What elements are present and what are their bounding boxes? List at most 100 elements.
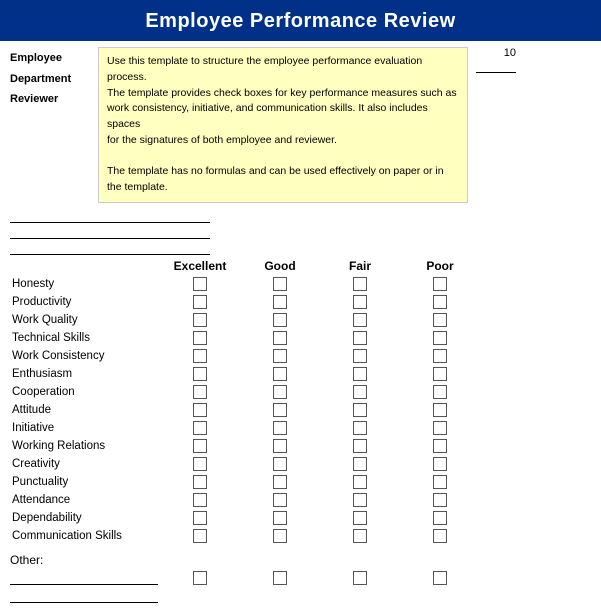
other-field-2[interactable] (10, 589, 158, 603)
checkbox-poor[interactable] (433, 493, 447, 507)
criterion-label: Attitude (10, 404, 160, 416)
checkbox-fair[interactable] (353, 457, 367, 471)
table-row: Initiative (10, 419, 591, 437)
date-field[interactable] (476, 59, 516, 73)
check-col-excellent (160, 439, 240, 453)
checkbox-good[interactable] (273, 331, 287, 345)
checkbox-good[interactable] (273, 421, 287, 435)
other-check-excellent (160, 571, 240, 585)
check-col-good (240, 313, 320, 327)
checkbox-good[interactable] (273, 529, 287, 543)
checkbox-excellent[interactable] (193, 439, 207, 453)
checkbox-poor[interactable] (433, 439, 447, 453)
checkbox-excellent[interactable] (193, 295, 207, 309)
check-col-good (240, 295, 320, 309)
other-field-1[interactable] (10, 571, 158, 585)
other-checkbox-excellent[interactable] (193, 571, 207, 585)
check-col-poor (400, 295, 480, 309)
checkbox-poor[interactable] (433, 385, 447, 399)
checkbox-poor[interactable] (433, 511, 447, 525)
checkbox-fair[interactable] (353, 421, 367, 435)
employee-field[interactable] (10, 209, 210, 223)
checkbox-good[interactable] (273, 511, 287, 525)
checkbox-fair[interactable] (353, 511, 367, 525)
other-checkbox-poor[interactable] (433, 571, 447, 585)
checkbox-fair[interactable] (353, 313, 367, 327)
check-col-excellent (160, 331, 240, 345)
checkbox-poor[interactable] (433, 457, 447, 471)
check-col-poor (400, 457, 480, 471)
checkbox-group (160, 277, 591, 291)
check-col-excellent (160, 457, 240, 471)
reviewer-label: Reviewer (10, 90, 90, 109)
checkbox-fair[interactable] (353, 385, 367, 399)
check-col-excellent (160, 277, 240, 291)
checkbox-excellent[interactable] (193, 349, 207, 363)
checkbox-poor[interactable] (433, 367, 447, 381)
checkbox-fair[interactable] (353, 475, 367, 489)
other-line (10, 571, 591, 585)
checkbox-good[interactable] (273, 457, 287, 471)
checkbox-excellent[interactable] (193, 313, 207, 327)
checkbox-good[interactable] (273, 367, 287, 381)
checkbox-fair[interactable] (353, 529, 367, 543)
checkbox-poor[interactable] (433, 403, 447, 417)
employee-info: Employee Department Reviewer (10, 47, 90, 203)
checkbox-good[interactable] (273, 439, 287, 453)
checkbox-group (160, 511, 591, 525)
checkbox-good[interactable] (273, 385, 287, 399)
checkbox-poor[interactable] (433, 529, 447, 543)
department-row (10, 225, 591, 239)
checkbox-excellent[interactable] (193, 403, 207, 417)
other-checkbox-fair[interactable] (353, 571, 367, 585)
checkbox-group (160, 295, 591, 309)
checkbox-group (160, 367, 591, 381)
checkbox-good[interactable] (273, 313, 287, 327)
col-poor: Poor (400, 259, 480, 273)
tooltip-line4: for the signatures of both employee and … (107, 133, 459, 149)
checkbox-good[interactable] (273, 277, 287, 291)
checkbox-poor[interactable] (433, 277, 447, 291)
checkbox-poor[interactable] (433, 349, 447, 363)
check-col-poor (400, 313, 480, 327)
checkbox-excellent[interactable] (193, 511, 207, 525)
reviewer-field[interactable] (10, 241, 210, 255)
checkbox-fair[interactable] (353, 493, 367, 507)
checkbox-fair[interactable] (353, 439, 367, 453)
criterion-label: Dependability (10, 512, 160, 524)
checkbox-poor[interactable] (433, 331, 447, 345)
checkbox-poor[interactable] (433, 421, 447, 435)
checkbox-excellent[interactable] (193, 331, 207, 345)
checkbox-excellent[interactable] (193, 421, 207, 435)
checkbox-good[interactable] (273, 475, 287, 489)
department-field[interactable] (10, 225, 210, 239)
checkbox-fair[interactable] (353, 331, 367, 345)
checkbox-fair[interactable] (353, 295, 367, 309)
checkbox-good[interactable] (273, 295, 287, 309)
checkbox-excellent[interactable] (193, 475, 207, 489)
other-checkbox-good[interactable] (273, 571, 287, 585)
checkbox-excellent[interactable] (193, 277, 207, 291)
checkbox-excellent[interactable] (193, 367, 207, 381)
checkbox-group (160, 385, 591, 399)
other-check-fair (320, 571, 400, 585)
checkbox-poor[interactable] (433, 313, 447, 327)
checkbox-excellent[interactable] (193, 385, 207, 399)
checkbox-fair[interactable] (353, 367, 367, 381)
checkbox-poor[interactable] (433, 475, 447, 489)
checkbox-good[interactable] (273, 349, 287, 363)
checkbox-good[interactable] (273, 493, 287, 507)
checkbox-excellent[interactable] (193, 457, 207, 471)
checkbox-excellent[interactable] (193, 529, 207, 543)
checkbox-excellent[interactable] (193, 493, 207, 507)
check-col-excellent (160, 385, 240, 399)
checkbox-fair[interactable] (353, 277, 367, 291)
check-col-poor (400, 403, 480, 417)
checkbox-fair[interactable] (353, 349, 367, 363)
checkbox-poor[interactable] (433, 295, 447, 309)
table-row: Dependability (10, 509, 591, 527)
checkbox-fair[interactable] (353, 403, 367, 417)
check-col-poor (400, 367, 480, 381)
checkbox-good[interactable] (273, 403, 287, 417)
check-col-excellent (160, 529, 240, 543)
